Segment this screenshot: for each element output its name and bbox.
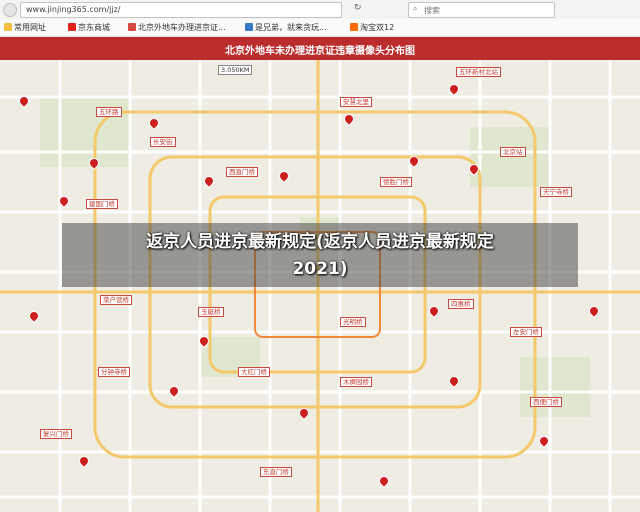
back-icon[interactable] — [3, 3, 17, 17]
bookmarks-bar: 常用网址 京东商城 北京外地车办理进京证... 是兄弟，就来贪玩... 淘宝双1… — [0, 19, 640, 37]
camera-label: 玉蜓桥 — [198, 307, 224, 317]
search-placeholder: 搜索 — [424, 6, 440, 15]
camera-label: 四惠桥 — [448, 299, 474, 309]
camera-label: 木樨园桥 — [340, 377, 372, 387]
search-icon: ⌕ — [413, 4, 418, 13]
camera-label: 光明桥 — [340, 317, 366, 327]
bookmark-item[interactable]: 北京外地车办理进京证... — [128, 22, 226, 33]
url-text: www.jinjing365.com/jjz/ — [26, 5, 121, 14]
refresh-icon[interactable]: ↻ — [354, 3, 362, 13]
camera-label: 德胜门桥 — [380, 177, 412, 187]
camera-label: 五环新村北站 — [456, 67, 501, 77]
camera-label: 大红门桥 — [238, 367, 270, 377]
speed-badge: 3.050KM — [218, 65, 253, 75]
bookmark-item[interactable]: 是兄弟，就来贪玩... — [245, 22, 327, 33]
camera-label: 天宁寺桥 — [540, 187, 572, 197]
headline-line-2: 2021) — [292, 259, 348, 279]
game-icon — [245, 23, 253, 31]
bookmark-item[interactable]: 京东商城 — [68, 22, 110, 33]
bookmark-item[interactable]: 常用网址 — [4, 22, 46, 33]
camera-label: 建国门桥 — [86, 199, 118, 209]
bookmark-item[interactable]: 淘宝双12 — [350, 22, 394, 33]
camera-label: 安慧北里 — [340, 97, 372, 107]
camera-label: 长安街 — [150, 137, 176, 147]
camera-label: 菜户营桥 — [100, 295, 132, 305]
map-page: 北京外地车未办理进京证违章摄像头分布图 3.050KM 五环新村北站 安慧北里 … — [0, 37, 640, 512]
camera-label: 西便门桥 — [530, 397, 562, 407]
jd-icon — [68, 23, 76, 31]
taobao-icon — [350, 23, 358, 31]
page-icon — [128, 23, 136, 31]
star-icon — [4, 23, 12, 31]
address-bar[interactable]: www.jinjing365.com/jjz/ — [20, 2, 342, 18]
map-title: 北京外地车未办理进京证违章摄像头分布图 — [225, 46, 415, 57]
camera-label: 西直门桥 — [226, 167, 258, 177]
camera-label: 东直门桥 — [260, 467, 292, 477]
map-title-bar: 北京外地车未办理进京证违章摄像头分布图 — [0, 37, 640, 60]
camera-label: 分钟寺桥 — [98, 367, 130, 377]
camera-label: 左安门桥 — [510, 327, 542, 337]
headline-line-1: 返京人员进京最新规定(返京人员进京最新规定 — [146, 232, 494, 252]
browser-toolbar: www.jinjing365.com/jjz/ ↻ ⌕ 搜索 — [0, 0, 640, 20]
camera-label: 五环路 — [96, 107, 122, 117]
camera-label: 复兴门桥 — [40, 429, 72, 439]
search-input[interactable]: ⌕ 搜索 — [408, 2, 555, 18]
camera-label: 北京站 — [500, 147, 526, 157]
